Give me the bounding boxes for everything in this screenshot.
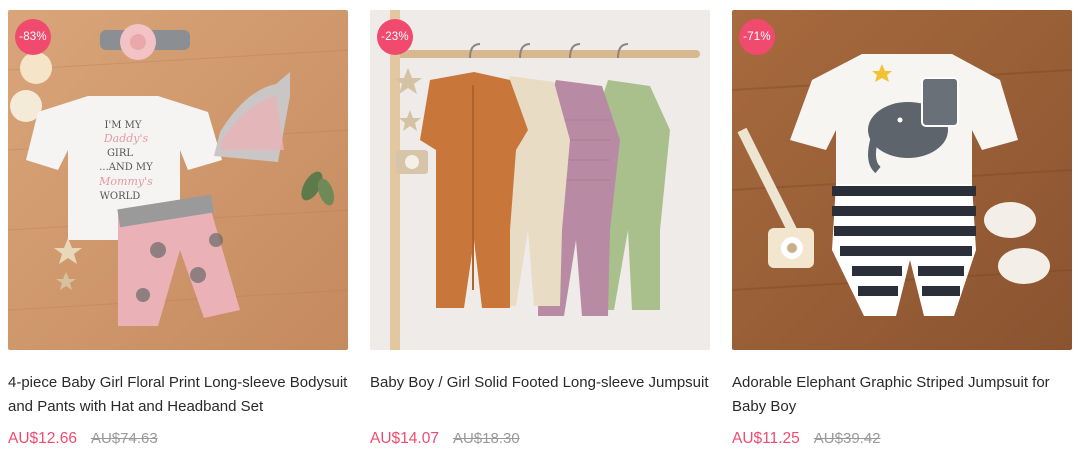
product-card[interactable]: I'M MY Daddy's GIRL ...AND MY Mommy's WO… bbox=[8, 10, 348, 458]
discount-badge: -23% bbox=[377, 19, 413, 55]
product-image[interactable]: -71% bbox=[732, 10, 1072, 350]
print-line-3: GIRL bbox=[107, 148, 133, 159]
original-price: AU$18.30 bbox=[452, 430, 520, 447]
price-row: AU$12.66 AU$74.63 bbox=[8, 430, 158, 448]
print-line-1: I'M MY bbox=[105, 120, 142, 131]
original-price: AU$39.42 bbox=[813, 430, 881, 447]
product-title[interactable]: Baby Boy / Girl Solid Footed Long-sleeve… bbox=[370, 371, 710, 395]
discount-badge: -71% bbox=[739, 19, 775, 55]
print-line-4: ...AND MY bbox=[99, 162, 153, 173]
product-image[interactable]: -23% bbox=[370, 10, 710, 350]
print-line-2: Daddy's bbox=[103, 132, 149, 145]
product-image-floral-set: I'M MY Daddy's GIRL ...AND MY Mommy's WO… bbox=[8, 10, 348, 350]
product-image-elephant-jumpsuit bbox=[732, 10, 1072, 350]
sale-price: AU$11.25 bbox=[732, 430, 800, 447]
product-card[interactable]: -71% Adorable Elephant Graphic Striped J… bbox=[732, 10, 1072, 458]
sale-price: AU$14.07 bbox=[370, 430, 439, 447]
product-title[interactable]: Adorable Elephant Graphic Striped Jumpsu… bbox=[732, 371, 1072, 419]
sale-price: AU$12.66 bbox=[8, 430, 77, 447]
original-price: AU$74.63 bbox=[90, 430, 158, 447]
print-line-6: WORLD bbox=[100, 191, 141, 202]
product-image[interactable]: I'M MY Daddy's GIRL ...AND MY Mommy's WO… bbox=[8, 10, 348, 350]
price-row: AU$11.25 AU$39.42 bbox=[732, 430, 881, 448]
product-card[interactable]: -23% Baby Boy / Girl Solid Footed Long-s… bbox=[370, 10, 710, 458]
price-row: AU$14.07 AU$18.30 bbox=[370, 430, 520, 448]
product-title[interactable]: 4-piece Baby Girl Floral Print Long-slee… bbox=[8, 371, 348, 419]
print-line-5: Mommy's bbox=[98, 175, 153, 188]
discount-badge: -83% bbox=[15, 19, 51, 55]
product-image-footed-jumpsuits bbox=[370, 10, 710, 350]
